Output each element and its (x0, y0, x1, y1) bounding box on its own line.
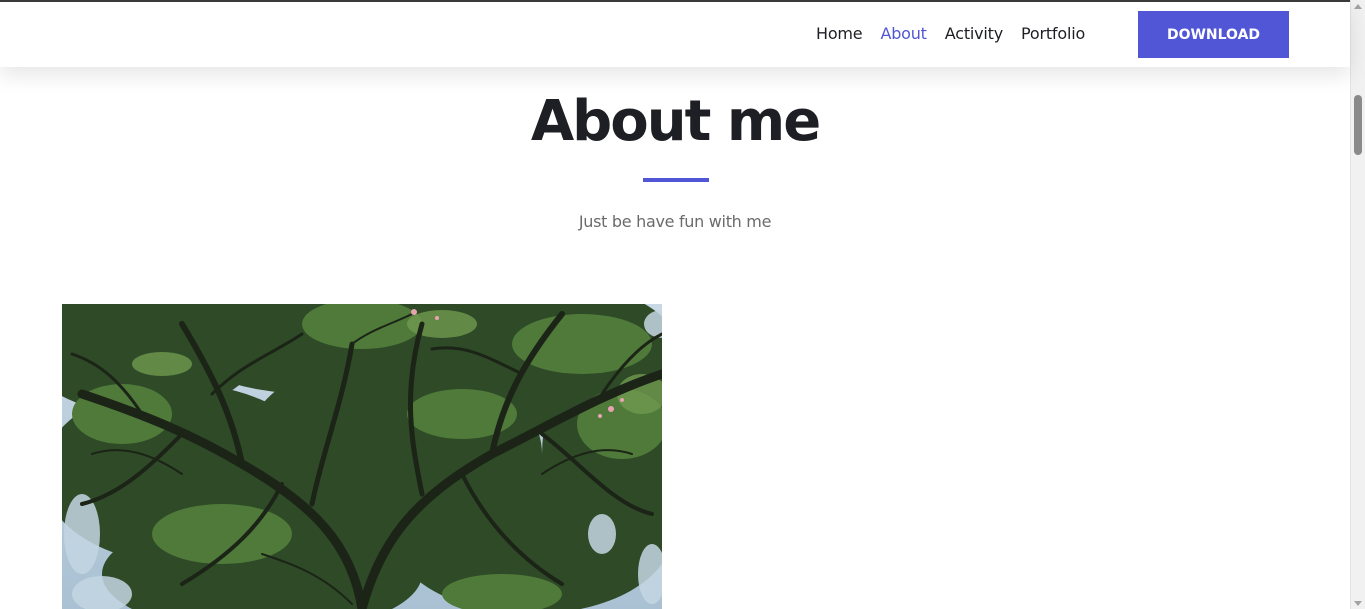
title-underline (643, 178, 709, 182)
navbar: Home About Activity Portfolio DOWNLOAD (0, 0, 1350, 67)
scroll-thumb[interactable] (1354, 95, 1362, 155)
page-scrollbar[interactable] (1350, 0, 1365, 609)
nav-links: Home About Activity Portfolio (816, 22, 1103, 46)
download-button[interactable]: DOWNLOAD (1138, 11, 1289, 58)
page: Home About Activity Portfolio DOWNLOAD A… (0, 0, 1365, 609)
scroll-down-arrow-icon[interactable] (1354, 601, 1362, 606)
section-title: About me (530, 89, 821, 154)
nav-link-portfolio[interactable]: Portfolio (1021, 22, 1085, 46)
nav-link-activity[interactable]: Activity (945, 22, 1003, 46)
tree-canopy-photo-icon (62, 304, 662, 609)
section-subtitle: Just be have fun with me (578, 212, 772, 231)
about-photo (62, 304, 662, 609)
nav-link-home[interactable]: Home (816, 22, 863, 46)
nav-link-about[interactable]: About (880, 22, 927, 46)
window-top-border (0, 0, 1350, 2)
scroll-up-arrow-icon[interactable] (1354, 4, 1362, 9)
